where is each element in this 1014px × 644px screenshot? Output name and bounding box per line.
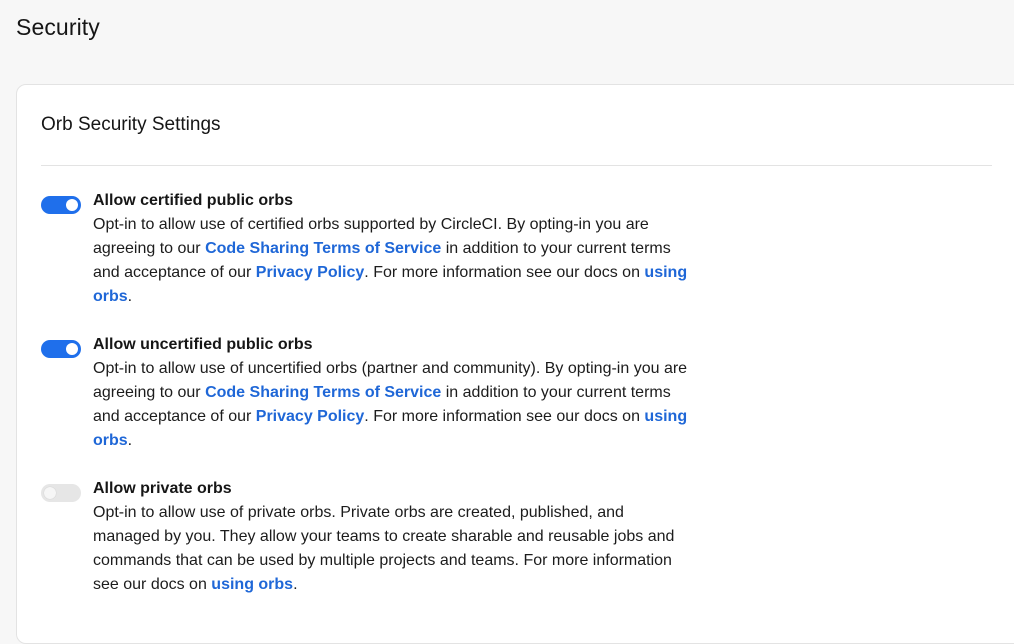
desc-text: . For more information see our docs on <box>364 264 645 281</box>
page-title: Security <box>16 14 100 40</box>
desc-text: . <box>127 432 133 449</box>
setting-label: Allow certified public orbs <box>93 192 294 209</box>
toggle-knob <box>66 343 78 355</box>
code-sharing-terms-link[interactable]: Code Sharing Terms of Service <box>205 384 441 401</box>
divider <box>41 165 992 166</box>
code-sharing-terms-link[interactable]: Code Sharing Terms of Service <box>205 240 441 257</box>
desc-text: . <box>293 576 298 593</box>
toggle-certified-public-orbs[interactable] <box>41 196 81 214</box>
orb-security-card: Orb Security Settings Allow certified pu… <box>16 84 1014 644</box>
toggle-knob <box>66 199 78 211</box>
setting-label: Allow private orbs <box>93 480 232 497</box>
setting-label: Allow uncertified public orbs <box>93 336 313 353</box>
setting-body: Allow certified public orbs Opt-in to al… <box>93 189 693 309</box>
card-title: Orb Security Settings <box>41 114 221 135</box>
privacy-policy-link[interactable]: Privacy Policy <box>256 408 365 425</box>
setting-body: Allow uncertified public orbs Opt-in to … <box>93 333 693 453</box>
desc-text: . For more information see our docs on <box>364 408 645 425</box>
setting-description: Opt-in to allow use of certified orbs su… <box>93 216 687 305</box>
toggle-uncertified-public-orbs[interactable] <box>41 340 81 358</box>
setting-description: Opt-in to allow use of private orbs. Pri… <box>93 504 674 593</box>
toggle-knob <box>44 487 56 499</box>
using-orbs-link[interactable]: using orbs <box>211 576 293 593</box>
setting-body: Allow private orbs Opt-in to allow use o… <box>93 477 693 597</box>
toggle-private-orbs[interactable] <box>41 484 81 502</box>
privacy-policy-link[interactable]: Privacy Policy <box>256 264 365 281</box>
desc-text: Opt-in to allow use of private orbs. Pri… <box>93 504 675 593</box>
desc-text: . <box>127 288 133 305</box>
setting-description: Opt-in to allow use of uncertified orbs … <box>93 360 687 449</box>
